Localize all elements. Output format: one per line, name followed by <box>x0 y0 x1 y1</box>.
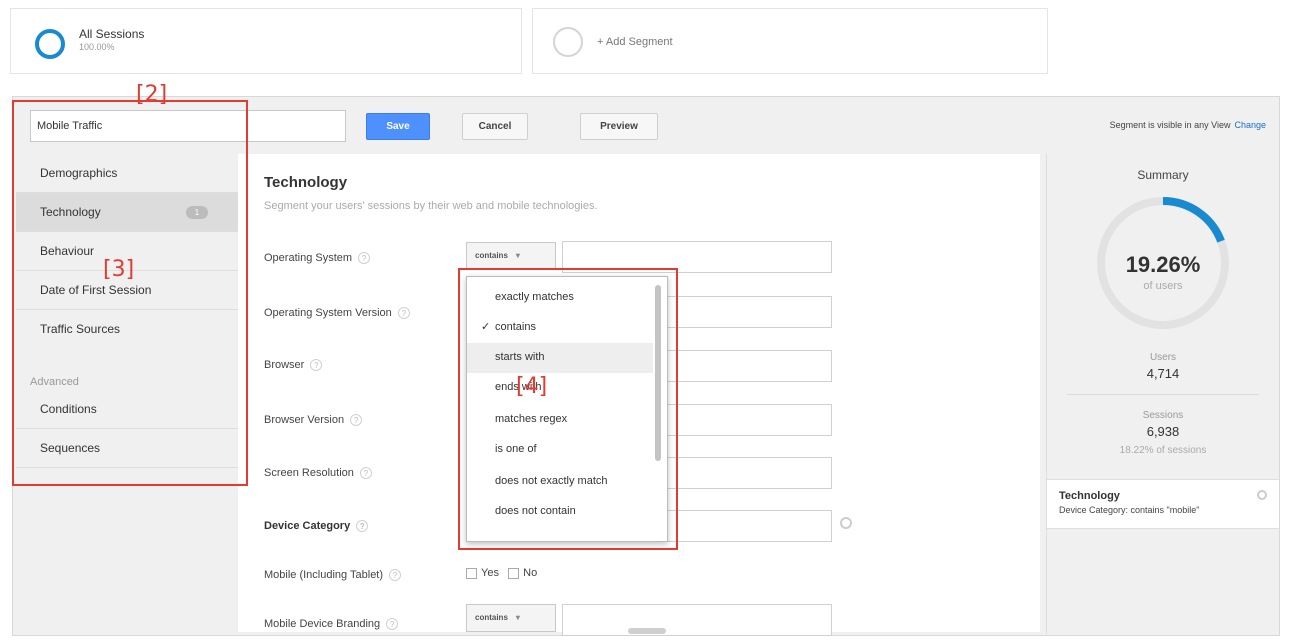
summary-title: Summary <box>1137 168 1189 182</box>
row-label: Mobile Device Branding <box>264 618 381 630</box>
operator-select[interactable]: contains ▾ <box>466 242 556 270</box>
change-link[interactable]: Change <box>1234 120 1266 130</box>
segment-card-all-sessions[interactable]: All Sessions 100.00% <box>10 8 522 74</box>
help-icon[interactable]: ? <box>350 414 363 427</box>
annotation-box-2-3 <box>12 100 248 486</box>
row-operating-system-version: Operating System Version? <box>264 307 410 320</box>
operator-value: contains <box>475 613 508 622</box>
percent-value: 19.26% <box>1125 252 1201 277</box>
condition-title: Technology <box>1059 490 1120 502</box>
sessions-note: 18.22% of sessions <box>1119 445 1207 456</box>
row-browser: Browser? <box>264 359 323 372</box>
remove-condition-icon[interactable] <box>1257 490 1267 500</box>
remove-condition-icon[interactable] <box>840 517 852 529</box>
row-label: Device Category <box>264 520 351 532</box>
sessions-value: 6,938 <box>1146 424 1180 439</box>
visibility-note: Segment is visible in any View Change <box>1110 120 1266 130</box>
section-subtitle: Segment your users' sessions by their we… <box>264 200 598 212</box>
users-label: Users <box>1149 352 1177 363</box>
resize-handle[interactable] <box>628 628 666 634</box>
row-label: Operating System Version <box>264 307 392 319</box>
users-value: 4,714 <box>1146 366 1180 381</box>
help-icon[interactable]: ? <box>310 359 323 372</box>
summary-panel: Summary 19.26% of users Users 4,714 Sess… <box>1046 154 1279 634</box>
help-icon[interactable]: ? <box>389 569 402 582</box>
row-label: Browser <box>264 359 305 371</box>
row-mobile-device-branding: Mobile Device Branding? <box>264 618 399 631</box>
operator-value: contains <box>475 251 508 260</box>
row-operating-system: Operating System? <box>264 252 371 265</box>
sessions-label: Sessions <box>1142 410 1184 421</box>
help-icon[interactable]: ? <box>359 467 372 480</box>
cancel-button[interactable]: Cancel <box>462 113 528 140</box>
yes-label: Yes <box>481 567 499 579</box>
no-label: No <box>523 567 538 579</box>
row-mobile-including-tablet: Mobile (Including Tablet)? <box>264 569 402 582</box>
condition-summary: Technology Device Category: contains "mo… <box>1047 479 1279 529</box>
help-icon[interactable]: ? <box>358 252 371 265</box>
yes-checkbox[interactable] <box>466 567 477 579</box>
operator-select[interactable]: contains ▾ <box>466 604 556 632</box>
annotation-box-4 <box>458 268 678 550</box>
row-label: Operating System <box>264 252 353 264</box>
segment-percent: 100.00% <box>79 42 115 52</box>
row-label: Screen Resolution <box>264 467 354 479</box>
row-device-category: Device Category? <box>264 520 369 533</box>
row-label: Browser Version <box>264 414 345 426</box>
empty-ring-icon <box>553 27 583 57</box>
value-input[interactable] <box>562 604 832 636</box>
add-segment-label: + Add Segment <box>597 36 673 48</box>
help-icon[interactable]: ? <box>386 618 399 631</box>
chevron-down-icon: ▾ <box>515 613 520 622</box>
row-browser-version: Browser Version? <box>264 414 363 427</box>
annotation-label-4: [4] <box>516 374 548 399</box>
row-label: Mobile (Including Tablet) <box>264 569 384 581</box>
visibility-text: Segment is visible in any View <box>1109 120 1231 130</box>
section-title: Technology <box>264 174 348 191</box>
no-checkbox[interactable] <box>508 567 520 579</box>
chevron-down-icon: ▾ <box>515 251 520 260</box>
help-icon[interactable]: ? <box>356 520 369 533</box>
save-button[interactable]: Save <box>366 113 430 140</box>
annotation-label-3: [3] <box>103 257 135 282</box>
condition-text: Device Category: contains "mobile" <box>1059 505 1200 515</box>
segment-bar: All Sessions 100.00% + Add Segment <box>0 0 1290 82</box>
annotation-label-2: [2] <box>136 82 168 107</box>
divider <box>1067 394 1259 395</box>
segment-title: All Sessions <box>79 27 145 41</box>
add-segment-card[interactable]: + Add Segment <box>532 8 1048 74</box>
row-screen-resolution: Screen Resolution? <box>264 467 372 480</box>
percent-of-label: of users <box>1143 280 1183 292</box>
yes-no-options: Yes No <box>466 567 537 579</box>
preview-button[interactable]: Preview <box>580 113 658 140</box>
segment-ring-icon <box>35 29 65 59</box>
help-icon[interactable]: ? <box>397 307 410 320</box>
